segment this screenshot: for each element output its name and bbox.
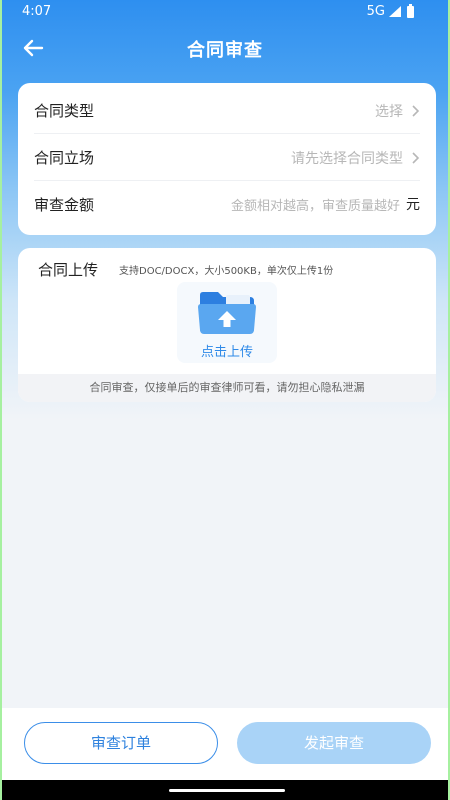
review-amount-label: 审查金额	[34, 195, 95, 214]
signal-icon	[389, 6, 401, 17]
bottom-action-bar: 审查订单 发起审查	[2, 708, 448, 780]
contract-upload-card: 合同上传 支持DOC/DOCX，大小500KB，单次仅上传1份 点击上传 合同审…	[18, 248, 436, 402]
status-time: 4:07	[22, 4, 52, 19]
review-amount-row: 审查金额 金额相对越高，审查质量越好 元	[34, 181, 420, 227]
contract-position-select[interactable]: 请先选择合同类型	[291, 148, 420, 168]
chevron-right-icon	[412, 104, 420, 117]
home-indicator[interactable]	[169, 789, 285, 792]
upload-label: 点击上传	[200, 345, 253, 360]
navigation-bar: 合同审查	[2, 26, 448, 70]
upload-button[interactable]: 点击上传	[177, 282, 277, 363]
app-screen: 4:07 5G 合同审查 合同类型 选择 合同立场 请先选择合同类型 审查金额 …	[0, 0, 450, 800]
contract-type-value: 选择	[375, 103, 403, 120]
contract-position-value: 请先选择合同类型	[291, 150, 403, 167]
contract-position-label: 合同立场	[34, 149, 95, 167]
status-bar: 4:07 5G	[2, 0, 448, 26]
contract-type-row[interactable]: 合同类型 选择	[34, 88, 420, 134]
privacy-note: 合同审查，仅接单后的审查律师可看，请勿担心隐私泄漏	[18, 374, 436, 402]
currency-unit: 元	[406, 197, 420, 213]
upload-hint: 支持DOC/DOCX，大小500KB，单次仅上传1份	[119, 266, 334, 277]
contract-type-select[interactable]: 选择	[375, 101, 420, 121]
status-indicators: 5G	[366, 3, 414, 19]
battery-icon	[407, 3, 414, 18]
start-review-button[interactable]: 发起审查	[237, 722, 431, 764]
contract-position-row[interactable]: 合同立场 请先选择合同类型	[34, 135, 420, 181]
folder-upload-icon	[198, 292, 256, 334]
review-amount-input[interactable]: 金额相对越高，审查质量越好	[231, 195, 400, 214]
contract-info-card: 合同类型 选择 合同立场 请先选择合同类型 审查金额 金额相对越高，审查质量越好…	[18, 83, 436, 235]
chevron-right-icon	[412, 151, 420, 164]
upload-title: 合同上传	[38, 261, 99, 279]
review-amount-field[interactable]: 金额相对越高，审查质量越好 元	[231, 194, 420, 214]
review-orders-button[interactable]: 审查订单	[24, 722, 218, 764]
contract-type-label: 合同类型	[34, 102, 95, 120]
page-title: 合同审查	[187, 40, 263, 61]
gesture-bar	[2, 780, 448, 800]
network-type: 5G	[366, 4, 385, 19]
